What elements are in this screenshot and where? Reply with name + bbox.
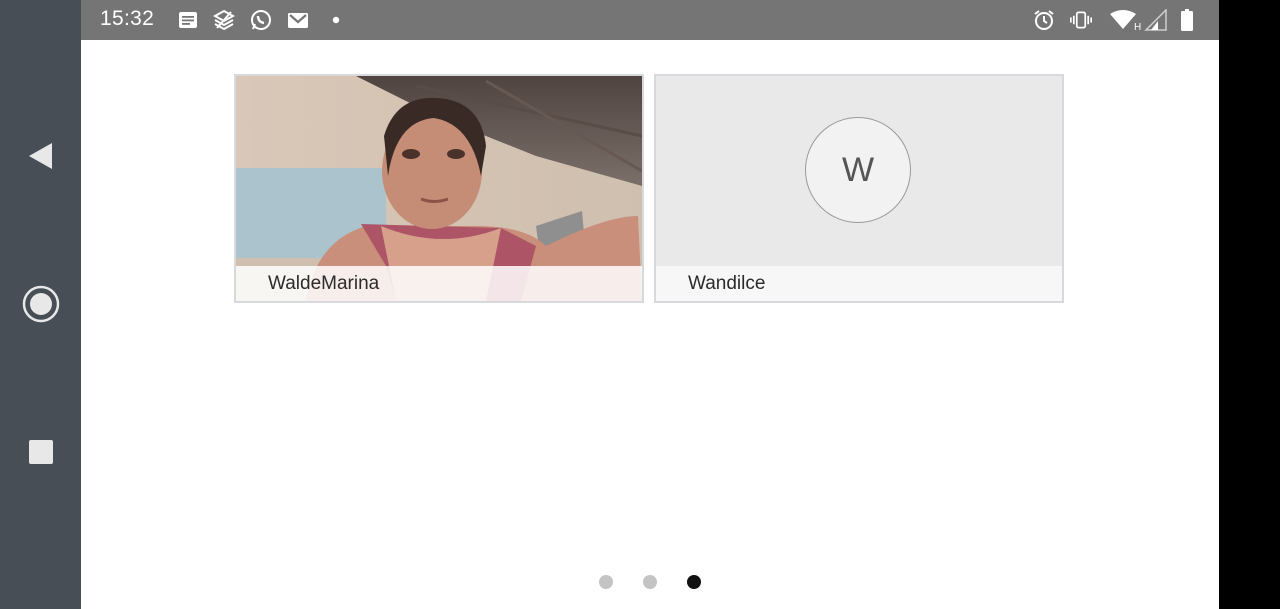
page-indicator <box>81 575 1219 589</box>
gmail-icon <box>287 9 309 31</box>
page-dot-1[interactable] <box>599 575 613 589</box>
participant-tile[interactable]: WaldeMarina <box>234 74 644 303</box>
page-dot-2[interactable] <box>643 575 657 589</box>
recents-icon <box>28 440 53 464</box>
app-screen: 15:32 H WaldeMarina W Wandilce <box>81 0 1219 609</box>
participant-tile[interactable]: W Wandilce <box>654 74 1064 303</box>
alarm-icon <box>1033 9 1055 31</box>
vibrate-icon <box>1070 9 1092 31</box>
whatsapp-icon <box>250 9 272 31</box>
navigation-bar <box>0 0 81 609</box>
participant-name: Wandilce <box>688 273 766 294</box>
battery-icon <box>1176 9 1198 31</box>
notes-icon <box>177 9 199 31</box>
page-dot-3-active[interactable] <box>687 575 701 589</box>
status-bar: 15:32 H <box>81 0 1219 40</box>
avatar: W <box>805 117 911 223</box>
signal-icon: H <box>1133 9 1167 31</box>
screen-edge <box>1219 0 1280 609</box>
back-button[interactable] <box>0 138 81 174</box>
clock: 15:32 <box>100 7 155 30</box>
participant-name: WaldeMarina <box>268 273 380 294</box>
network-label: H <box>1134 22 1141 31</box>
home-icon <box>22 285 59 323</box>
dot-icon <box>325 9 347 31</box>
recents-button[interactable] <box>0 436 81 468</box>
stacks-icon <box>213 9 235 31</box>
home-button[interactable] <box>0 284 81 324</box>
back-icon <box>28 143 52 169</box>
